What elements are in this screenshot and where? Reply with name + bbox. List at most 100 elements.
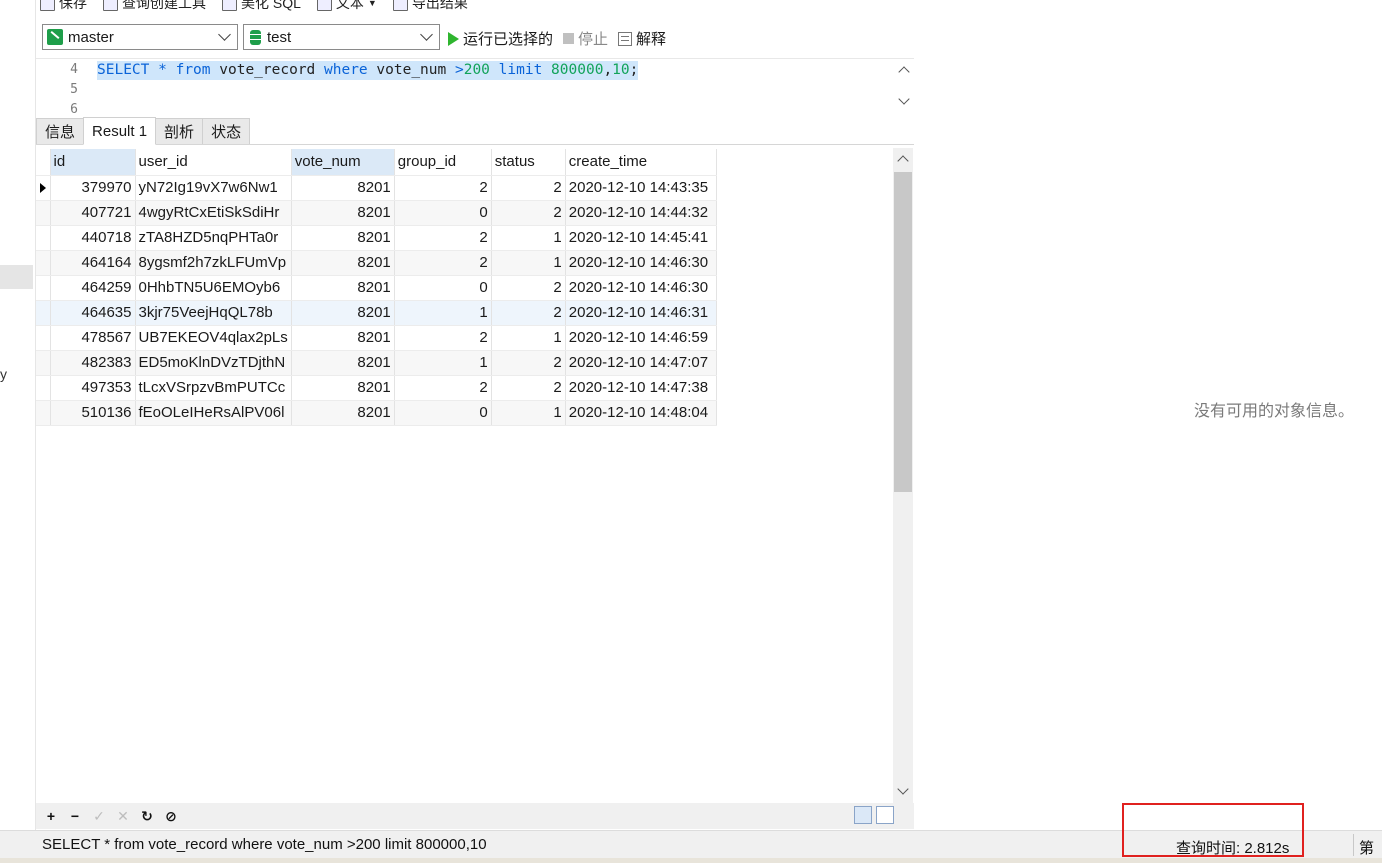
row-indicator[interactable] <box>36 250 51 276</box>
stop-button[interactable]: 停止 <box>563 28 608 49</box>
export-results-button[interactable]: 导出结果 <box>392 0 468 13</box>
column-header-vote-num[interactable]: vote_num <box>291 149 395 176</box>
cell-create-time[interactable]: 2020-12-10 14:46:59 <box>565 325 717 351</box>
cell-group-id[interactable]: 0 <box>394 200 492 226</box>
table-row[interactable]: 482383 ED5moKlnDVzTDjthN 8201 1 2 2020-1… <box>36 350 717 376</box>
cell-user-id[interactable]: zTA8HZD5nqPHTa0r <box>135 225 292 251</box>
cell-status[interactable]: 2 <box>491 375 566 401</box>
table-row[interactable]: 464259 0HhbTN5U6EMOyb6 8201 0 2 2020-12-… <box>36 275 717 301</box>
cell-user-id[interactable]: 4wgyRtCxEtiSkSdiHr <box>135 200 292 226</box>
table-row[interactable]: 510136 fEoOLeIHeRsAlPV06l 8201 0 1 2020-… <box>36 400 717 426</box>
run-selected-button[interactable]: 运行已选择的 <box>448 28 553 49</box>
cell-status[interactable]: 2 <box>491 175 566 201</box>
cell-status[interactable]: 1 <box>491 250 566 276</box>
cell-create-time[interactable]: 2020-12-10 14:44:32 <box>565 200 717 226</box>
column-header-group-id[interactable]: group_id <box>394 149 492 176</box>
cell-status[interactable]: 2 <box>491 300 566 326</box>
cell-create-time[interactable]: 2020-12-10 14:45:41 <box>565 225 717 251</box>
table-row[interactable]: 497353 tLcxVSrpzvBmPUTCc 8201 2 2 2020-1… <box>36 375 717 401</box>
cell-vote-num[interactable]: 8201 <box>291 225 395 251</box>
scroll-down-icon[interactable] <box>897 783 909 795</box>
tab-result-1[interactable]: Result 1 <box>83 117 157 145</box>
cell-group-id[interactable]: 2 <box>394 325 492 351</box>
row-indicator[interactable] <box>36 325 51 351</box>
cell-id[interactable]: 407721 <box>50 200 136 226</box>
row-indicator[interactable] <box>36 400 51 426</box>
form-view-icon[interactable] <box>876 806 894 824</box>
tab-status[interactable]: 状态 <box>202 118 251 144</box>
row-indicator[interactable] <box>36 350 51 376</box>
scroll-up-icon[interactable] <box>898 66 910 78</box>
cell-group-id[interactable]: 2 <box>394 175 492 201</box>
cell-group-id[interactable]: 2 <box>394 250 492 276</box>
cell-status[interactable]: 2 <box>491 200 566 226</box>
cell-id[interactable]: 440718 <box>50 225 136 251</box>
cell-status[interactable]: 1 <box>491 400 566 426</box>
table-row[interactable]: 379970 yN72Ig19vX7w6Nw1 8201 2 2 2020-12… <box>36 175 717 201</box>
cell-id[interactable]: 482383 <box>50 350 136 376</box>
cell-create-time[interactable]: 2020-12-10 14:48:04 <box>565 400 717 426</box>
cell-vote-num[interactable]: 8201 <box>291 400 395 426</box>
cell-group-id[interactable]: 2 <box>394 375 492 401</box>
explain-button[interactable]: 解释 <box>618 28 666 49</box>
row-indicator[interactable] <box>36 200 51 226</box>
table-row[interactable]: 440718 zTA8HZD5nqPHTa0r 8201 2 1 2020-12… <box>36 225 717 251</box>
scrollbar-thumb[interactable] <box>894 172 912 492</box>
cell-vote-num[interactable]: 8201 <box>291 375 395 401</box>
cell-status[interactable]: 1 <box>491 225 566 251</box>
cell-create-time[interactable]: 2020-12-10 14:43:35 <box>565 175 717 201</box>
cell-vote-num[interactable]: 8201 <box>291 200 395 226</box>
cell-user-id[interactable]: 8ygsmf2h7zkLFUmVp <box>135 250 292 276</box>
database-select[interactable]: test <box>243 24 440 50</box>
column-header-id[interactable]: id <box>50 149 136 176</box>
scroll-down-icon[interactable] <box>898 93 910 105</box>
table-row[interactable]: 464164 8ygsmf2h7zkLFUmVp 8201 2 1 2020-1… <box>36 250 717 276</box>
column-header-user-id[interactable]: user_id <box>135 149 292 176</box>
cell-user-id[interactable]: 3kjr75VeejHqQL78b <box>135 300 292 326</box>
column-header-status[interactable]: status <box>491 149 566 176</box>
cell-id[interactable]: 464635 <box>50 300 136 326</box>
cell-id[interactable]: 510136 <box>50 400 136 426</box>
row-indicator[interactable] <box>36 225 51 251</box>
stop-loading-button[interactable]: ⊘ <box>164 808 178 825</box>
cell-user-id[interactable]: tLcxVSrpzvBmPUTCc <box>135 375 292 401</box>
cell-create-time[interactable]: 2020-12-10 14:46:30 <box>565 275 717 301</box>
cell-group-id[interactable]: 2 <box>394 225 492 251</box>
row-indicator[interactable] <box>36 175 51 201</box>
row-indicator[interactable] <box>36 275 51 301</box>
sql-editor[interactable]: 4 5 6 SELECT * from vote_record where vo… <box>36 58 914 113</box>
cell-create-time[interactable]: 2020-12-10 14:46:30 <box>565 250 717 276</box>
cell-id[interactable]: 478567 <box>50 325 136 351</box>
text-menu-button[interactable]: 文本 ▼ <box>316 0 377 13</box>
cell-user-id[interactable]: fEoOLeIHeRsAlPV06l <box>135 400 292 426</box>
tab-profile[interactable]: 剖析 <box>155 118 204 144</box>
sql-statement[interactable]: SELECT * from vote_record where vote_num… <box>97 61 639 80</box>
cell-group-id[interactable]: 1 <box>394 350 492 376</box>
connection-select[interactable]: master <box>42 24 238 50</box>
cell-vote-num[interactable]: 8201 <box>291 175 395 201</box>
cell-group-id[interactable]: 1 <box>394 300 492 326</box>
cell-create-time[interactable]: 2020-12-10 14:47:38 <box>565 375 717 401</box>
beautify-sql-button[interactable]: 美化 SQL <box>222 0 301 13</box>
navigator-selected-item[interactable] <box>0 265 33 289</box>
tab-info[interactable]: 信息 <box>36 118 85 144</box>
refresh-button[interactable]: ↻ <box>140 808 154 825</box>
grid-scrollbar[interactable] <box>893 148 913 803</box>
cell-id[interactable]: 464164 <box>50 250 136 276</box>
query-builder-button[interactable]: 查询创建工具 <box>103 0 206 13</box>
table-row[interactable]: 464635 3kjr75VeejHqQL78b 8201 1 2 2020-1… <box>36 300 717 326</box>
cell-vote-num[interactable]: 8201 <box>291 350 395 376</box>
result-grid[interactable]: id user_id vote_num group_id status crea… <box>36 148 894 798</box>
cell-id[interactable]: 497353 <box>50 375 136 401</box>
cell-status[interactable]: 2 <box>491 275 566 301</box>
cell-id[interactable]: 464259 <box>50 275 136 301</box>
cell-vote-num[interactable]: 8201 <box>291 300 395 326</box>
cell-group-id[interactable]: 0 <box>394 400 492 426</box>
discard-changes-button[interactable]: ✕ <box>116 808 130 825</box>
cell-status[interactable]: 2 <box>491 350 566 376</box>
cell-vote-num[interactable]: 8201 <box>291 250 395 276</box>
scroll-up-icon[interactable] <box>897 155 909 167</box>
grid-view-icon[interactable] <box>854 806 872 824</box>
cell-group-id[interactable]: 0 <box>394 275 492 301</box>
cell-vote-num[interactable]: 8201 <box>291 325 395 351</box>
